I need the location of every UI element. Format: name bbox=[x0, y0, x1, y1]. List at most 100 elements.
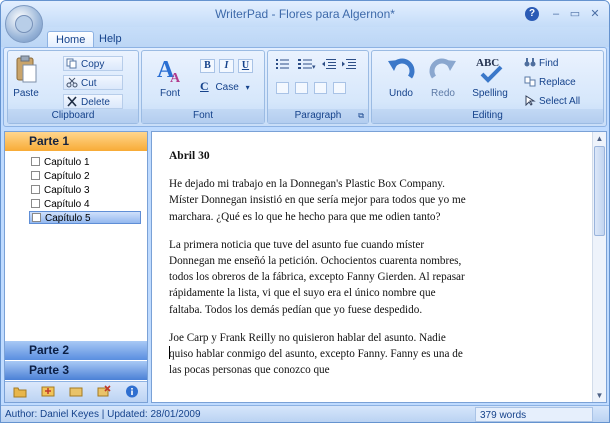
document-body[interactable]: Abril 30 He dejado mi trabajo en la Donn… bbox=[169, 148, 469, 390]
part-2-header[interactable]: Parte 2 bbox=[5, 341, 147, 360]
dialog-launcher-icon[interactable]: ⧉ bbox=[358, 109, 364, 123]
application-menu-button[interactable] bbox=[5, 5, 43, 43]
redo-label: Redo bbox=[431, 88, 455, 99]
paragraph: Joe Carp y Frank Reilly no quisieron hab… bbox=[169, 331, 463, 377]
numbered-list-icon[interactable]: ▾ bbox=[298, 58, 316, 70]
justify-button[interactable] bbox=[333, 82, 346, 94]
undo-label: Undo bbox=[389, 88, 413, 99]
chapter-list: Capítulo 1 Capítulo 2 Capítulo 3 Capítul… bbox=[5, 151, 147, 341]
chapter-item[interactable]: Capítulo 4 bbox=[31, 198, 90, 211]
chapter-item-selected[interactable]: Capítulo 5 bbox=[29, 211, 141, 224]
select-all-button[interactable]: Select All bbox=[522, 94, 598, 109]
cut-label: Cut bbox=[81, 78, 97, 89]
paragraph: La primera noticia que tuve del asunto f… bbox=[169, 238, 465, 316]
help-icon[interactable]: ? bbox=[525, 7, 539, 21]
undo-icon bbox=[388, 58, 415, 79]
cut-button[interactable]: Cut bbox=[63, 75, 123, 90]
scroll-up-icon[interactable]: ▲ bbox=[593, 132, 606, 145]
chapter-label: Capítulo 2 bbox=[44, 171, 90, 182]
select-all-label: Select All bbox=[539, 96, 581, 107]
svg-text:▾: ▾ bbox=[312, 64, 316, 70]
font-group-label: Font bbox=[142, 109, 264, 123]
delete-item-icon[interactable] bbox=[97, 385, 111, 398]
chapter-label: Capítulo 4 bbox=[44, 199, 90, 210]
close-button[interactable]: ✕ bbox=[587, 6, 603, 22]
tab-home[interactable]: Home bbox=[47, 31, 95, 47]
ribbon: Paste Copy Cut Delete Clipboard A A Font bbox=[3, 47, 607, 127]
delete-button[interactable]: Delete bbox=[63, 94, 123, 109]
paragraph-group-label: Paragraph ⧉ bbox=[268, 109, 368, 123]
case-button[interactable]: C Case ▾ bbox=[198, 79, 256, 94]
cursor-icon bbox=[525, 95, 536, 106]
document-heading: Abril 30 bbox=[169, 150, 210, 162]
decrease-indent-icon[interactable] bbox=[322, 58, 336, 70]
svg-text:A: A bbox=[170, 71, 181, 85]
chevron-down-icon: ▾ bbox=[245, 83, 250, 92]
font-label: Font bbox=[159, 88, 180, 99]
maximize-button[interactable]: ▭ bbox=[567, 6, 583, 22]
clipboard-group: Paste Copy Cut Delete Clipboard bbox=[7, 50, 139, 124]
chapter-item[interactable]: Capítulo 3 bbox=[31, 184, 90, 197]
align-left-button[interactable] bbox=[276, 82, 289, 94]
part-1-header[interactable]: Parte 1 bbox=[5, 132, 147, 151]
chapter-label: Capítulo 5 bbox=[45, 213, 91, 224]
status-author: Author: Daniel Keyes | Updated: 28/01/20… bbox=[5, 409, 201, 420]
sidebar-toolbar bbox=[5, 381, 147, 402]
chapter-item[interactable]: Capítulo 2 bbox=[31, 170, 90, 183]
tab-help[interactable]: Help bbox=[91, 31, 130, 47]
document-editor[interactable]: Abril 30 He dejado mi trabajo en la Donn… bbox=[151, 131, 607, 403]
case-icon: C bbox=[200, 79, 209, 93]
vertical-scrollbar[interactable]: ▲ ▼ bbox=[592, 132, 606, 402]
svg-text:ABC: ABC bbox=[476, 57, 499, 69]
document-icon[interactable] bbox=[69, 385, 83, 398]
spelling-button[interactable]: ABC Spelling bbox=[470, 55, 510, 99]
paste-button[interactable]: Paste bbox=[11, 55, 41, 99]
app-orb-icon bbox=[15, 15, 33, 33]
chapter-checkbox[interactable] bbox=[32, 213, 41, 222]
scrollbar-thumb[interactable] bbox=[594, 146, 605, 236]
scroll-down-icon[interactable]: ▼ bbox=[593, 389, 606, 402]
chapter-checkbox[interactable] bbox=[31, 199, 40, 208]
copy-button[interactable]: Copy bbox=[63, 56, 123, 71]
italic-button[interactable]: I bbox=[219, 59, 234, 73]
sidebar: Parte 1 Capítulo 1 Capítulo 2 Capítulo 3… bbox=[4, 131, 148, 403]
title-bar: WriterPad - Flores para Algernon* ? – ▭ … bbox=[1, 1, 609, 27]
font-button[interactable]: A A Font bbox=[152, 55, 188, 99]
chapter-checkbox[interactable] bbox=[31, 185, 40, 194]
find-label: Find bbox=[539, 58, 559, 69]
increase-indent-icon[interactable] bbox=[342, 58, 356, 70]
find-button[interactable]: Find bbox=[522, 56, 598, 71]
underline-button[interactable]: U bbox=[238, 59, 253, 73]
spellcheck-icon: ABC bbox=[476, 57, 503, 83]
app-window: WriterPad - Flores para Algernon* ? – ▭ … bbox=[0, 0, 610, 423]
delete-x-icon bbox=[67, 96, 77, 107]
replace-label: Replace bbox=[539, 77, 576, 88]
new-item-icon[interactable] bbox=[41, 385, 55, 398]
chapter-checkbox[interactable] bbox=[31, 157, 40, 166]
redo-icon bbox=[429, 58, 456, 79]
copy-label: Copy bbox=[81, 59, 105, 70]
binoculars-icon bbox=[524, 58, 536, 67]
window-title: WriterPad - Flores para Algernon* bbox=[215, 7, 395, 21]
chapter-item[interactable]: Capítulo 1 bbox=[31, 156, 90, 169]
delete-label: Delete bbox=[81, 97, 110, 108]
redo-button[interactable]: Redo bbox=[426, 55, 460, 99]
replace-button[interactable]: Replace bbox=[522, 75, 598, 90]
bold-button[interactable]: B bbox=[200, 59, 215, 73]
scissors-icon bbox=[66, 77, 78, 88]
align-center-button[interactable] bbox=[295, 82, 308, 94]
open-folder-icon[interactable] bbox=[13, 385, 27, 398]
align-right-button[interactable] bbox=[314, 82, 327, 94]
part-3-header[interactable]: Parte 3 bbox=[5, 361, 147, 380]
editing-group-label: Editing bbox=[372, 109, 603, 123]
ribbon-tabs: Home Help bbox=[1, 27, 609, 47]
info-icon[interactable] bbox=[125, 385, 139, 398]
font-group: A A Font B I U C Case ▾ Font bbox=[141, 50, 265, 124]
bullet-list-icon[interactable] bbox=[276, 58, 290, 70]
word-count: 379 words bbox=[475, 407, 593, 422]
minimize-button[interactable]: – bbox=[548, 6, 564, 22]
paragraph-group: ▾ Paragraph ⧉ bbox=[267, 50, 369, 124]
spelling-label: Spelling bbox=[472, 88, 508, 99]
chapter-checkbox[interactable] bbox=[31, 171, 40, 180]
undo-button[interactable]: Undo bbox=[384, 55, 418, 99]
